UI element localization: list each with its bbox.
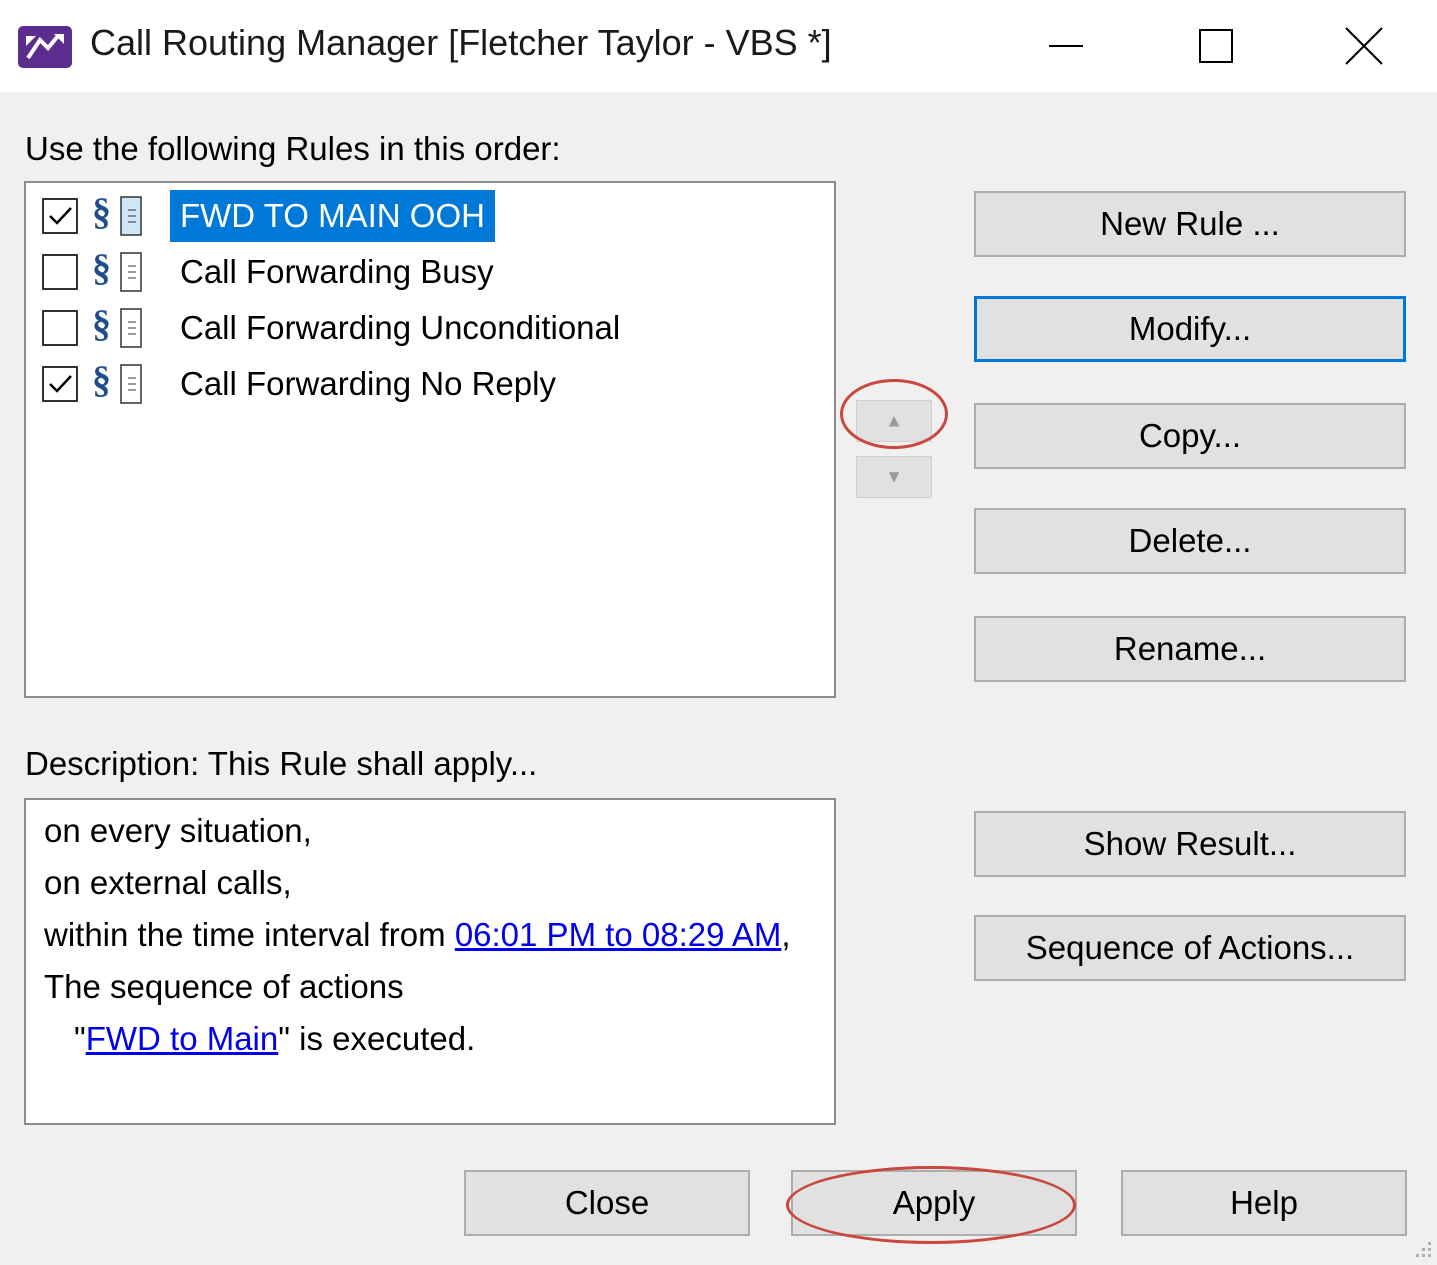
description-line: within the time interval from 06:01 PM t… xyxy=(44,916,791,954)
sequence-of-actions-button[interactable]: Sequence of Actions... xyxy=(974,915,1406,981)
rule-label: FWD TO MAIN OOH xyxy=(170,190,495,242)
window-title: Call Routing Manager [Fletcher Taylor - … xyxy=(90,22,832,63)
rules-list[interactable]: § FWD TO MAIN OOH § Call Forwarding Busy… xyxy=(24,181,836,698)
rule-section-icon: § xyxy=(92,191,111,233)
description-line: on external calls, xyxy=(44,864,292,901)
rule-document-icon xyxy=(120,308,142,348)
show-result-button[interactable]: Show Result... xyxy=(974,811,1406,877)
close-window-button[interactable] xyxy=(1294,8,1434,84)
help-button[interactable]: Help xyxy=(1121,1170,1407,1236)
rule-label: Call Forwarding Busy xyxy=(180,253,494,290)
rule-checkbox[interactable] xyxy=(42,198,78,234)
modify-button[interactable]: Modify... xyxy=(974,296,1406,362)
description-box: on every situation, on external calls, w… xyxy=(24,798,836,1125)
rule-document-icon xyxy=(120,196,142,236)
maximize-icon xyxy=(1199,29,1233,63)
rename-button[interactable]: Rename... xyxy=(974,616,1406,682)
rule-checkbox[interactable] xyxy=(42,310,78,346)
description-line: The sequence of actions xyxy=(44,968,404,1005)
description-label: Description: This Rule shall apply... xyxy=(25,745,538,782)
copy-button[interactable]: Copy... xyxy=(974,403,1406,469)
description-text: within the time interval from xyxy=(44,916,455,953)
delete-button[interactable]: Delete... xyxy=(974,508,1406,574)
rule-document-icon xyxy=(120,364,142,404)
rule-label: Call Forwarding No Reply xyxy=(180,365,556,402)
description-line: on every situation, xyxy=(44,812,312,849)
rules-label: Use the following Rules in this order: xyxy=(25,130,561,167)
move-down-button[interactable]: ▼ xyxy=(856,456,932,498)
minimize-button[interactable] xyxy=(996,8,1136,84)
rule-checkbox[interactable] xyxy=(42,366,78,402)
description-text: " xyxy=(74,1020,86,1057)
app-icon xyxy=(18,26,72,68)
description-line: "FWD to Main" is executed. xyxy=(74,1020,475,1058)
triangle-down-icon: ▼ xyxy=(885,466,903,487)
rule-checkbox[interactable] xyxy=(42,254,78,290)
close-icon xyxy=(1345,27,1383,65)
rule-document-icon xyxy=(120,252,142,292)
rule-section-icon: § xyxy=(92,359,111,401)
rule-section-icon: § xyxy=(92,303,111,345)
triangle-up-icon: ▲ xyxy=(885,410,903,431)
new-rule-button[interactable]: New Rule ... xyxy=(974,191,1406,257)
close-button[interactable]: Close xyxy=(464,1170,750,1236)
sequence-link[interactable]: FWD to Main xyxy=(86,1020,279,1057)
time-interval-link[interactable]: 06:01 PM to 08:29 AM xyxy=(455,916,782,953)
description-text: , xyxy=(781,916,791,953)
title-bar: Call Routing Manager [Fletcher Taylor - … xyxy=(0,0,1437,92)
resize-grip[interactable] xyxy=(1410,1236,1434,1260)
rule-section-icon: § xyxy=(92,247,111,289)
move-up-button[interactable]: ▲ xyxy=(856,400,932,442)
maximize-button[interactable] xyxy=(1145,8,1285,84)
rule-label: Call Forwarding Unconditional xyxy=(180,309,621,346)
description-text: " is executed. xyxy=(278,1020,476,1057)
minimize-icon xyxy=(1049,45,1083,47)
apply-button[interactable]: Apply xyxy=(791,1170,1077,1236)
